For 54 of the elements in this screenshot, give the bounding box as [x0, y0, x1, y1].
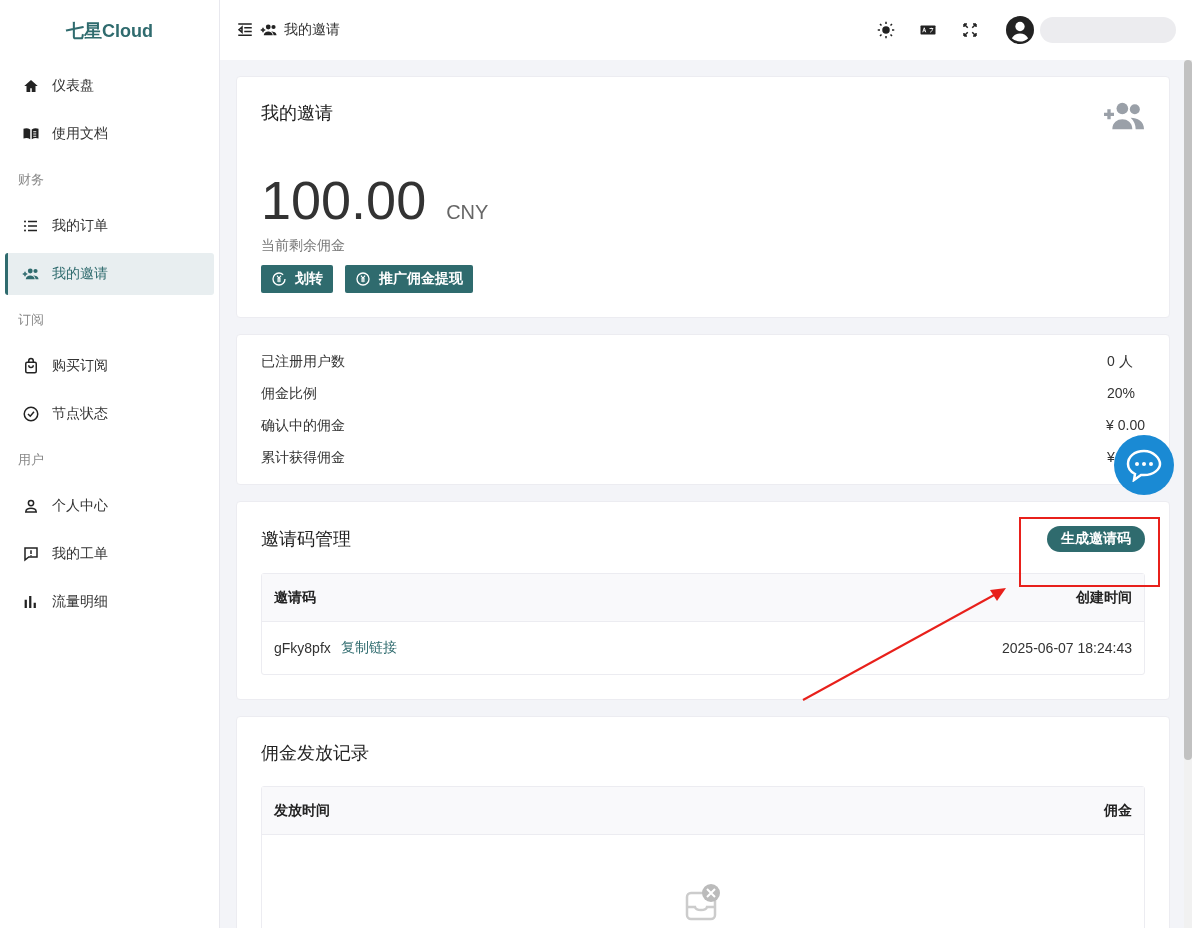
withdraw-button[interactable]: 推广佣金提现	[345, 265, 473, 293]
sidebar-item[interactable]: 我的邀请	[5, 253, 214, 295]
nav-icon	[22, 405, 40, 423]
created-time: 2025-06-07 18:24:43	[1002, 640, 1132, 656]
stat-label: 佣金比例	[261, 384, 317, 403]
sun-icon[interactable]	[877, 21, 895, 39]
transfer-button[interactable]: 划转	[261, 265, 333, 293]
add-users-icon	[1103, 101, 1145, 131]
sidebar-item[interactable]: 仪表盘	[5, 65, 214, 107]
sidebar-item[interactable]: 我的工单	[5, 533, 214, 575]
card-title: 我的邀请	[261, 102, 333, 125]
balance-amount: 100.00	[261, 169, 427, 231]
invite-code: gFky8pfx	[274, 640, 331, 656]
balance-caption: 当前剩余佣金	[261, 237, 346, 255]
nav-icon	[22, 77, 40, 95]
sidebar-item[interactable]: 流量明细	[5, 581, 214, 623]
generate-code-button[interactable]: 生成邀请码	[1047, 526, 1145, 552]
card-title: 邀请码管理	[261, 528, 351, 551]
column-header: 佣金	[1104, 801, 1132, 820]
empty-inbox-icon	[685, 883, 721, 921]
stat-value: ¥ 0.00	[1106, 416, 1145, 435]
column-header: 发放时间	[274, 801, 330, 820]
sidebar-item[interactable]: 使用文档	[5, 113, 214, 155]
stat-label: 已注册用户数	[261, 352, 345, 371]
nav-icon	[22, 545, 40, 563]
sidebar-item[interactable]: 购买订阅	[5, 345, 214, 387]
card-title: 佣金发放记录	[261, 743, 369, 763]
stat-value: 0 人	[1107, 352, 1134, 371]
nav-icon	[22, 357, 40, 375]
copy-link[interactable]: 复制链接	[340, 639, 397, 657]
menu-icon[interactable]	[236, 21, 254, 39]
stat-value: ¥	[1107, 448, 1116, 467]
stat-label: 确认中的佣金	[261, 416, 345, 435]
sidebar-item[interactable]: 个人中心	[5, 485, 214, 527]
chat-bubble-icon	[1125, 448, 1163, 482]
scrollbar-thumb[interactable]	[1184, 60, 1192, 760]
yen-cycle-icon	[271, 271, 287, 287]
chat-button[interactable]	[1114, 435, 1174, 495]
stat-value: 20%	[1107, 384, 1137, 403]
currency-label: CNY	[446, 201, 489, 224]
yen-circle-icon	[355, 271, 371, 287]
nav-icon	[22, 497, 40, 515]
column-header: 创建时间	[1076, 588, 1132, 607]
sidebar-item[interactable]: 我的订单	[5, 205, 214, 247]
fullscreen-icon[interactable]	[961, 21, 979, 39]
breadcrumb: 我的邀请	[284, 21, 340, 39]
brand-logo: 七星Cloud	[66, 20, 153, 43]
section-header: 订阅	[17, 311, 45, 329]
section-header: 用户	[17, 451, 45, 469]
avatar-icon[interactable]	[1006, 16, 1034, 44]
section-header: 财务	[17, 171, 45, 189]
column-header: 邀请码	[274, 588, 316, 607]
sidebar-item[interactable]: 节点状态	[5, 393, 214, 435]
stat-label: 累计获得佣金	[261, 448, 345, 467]
